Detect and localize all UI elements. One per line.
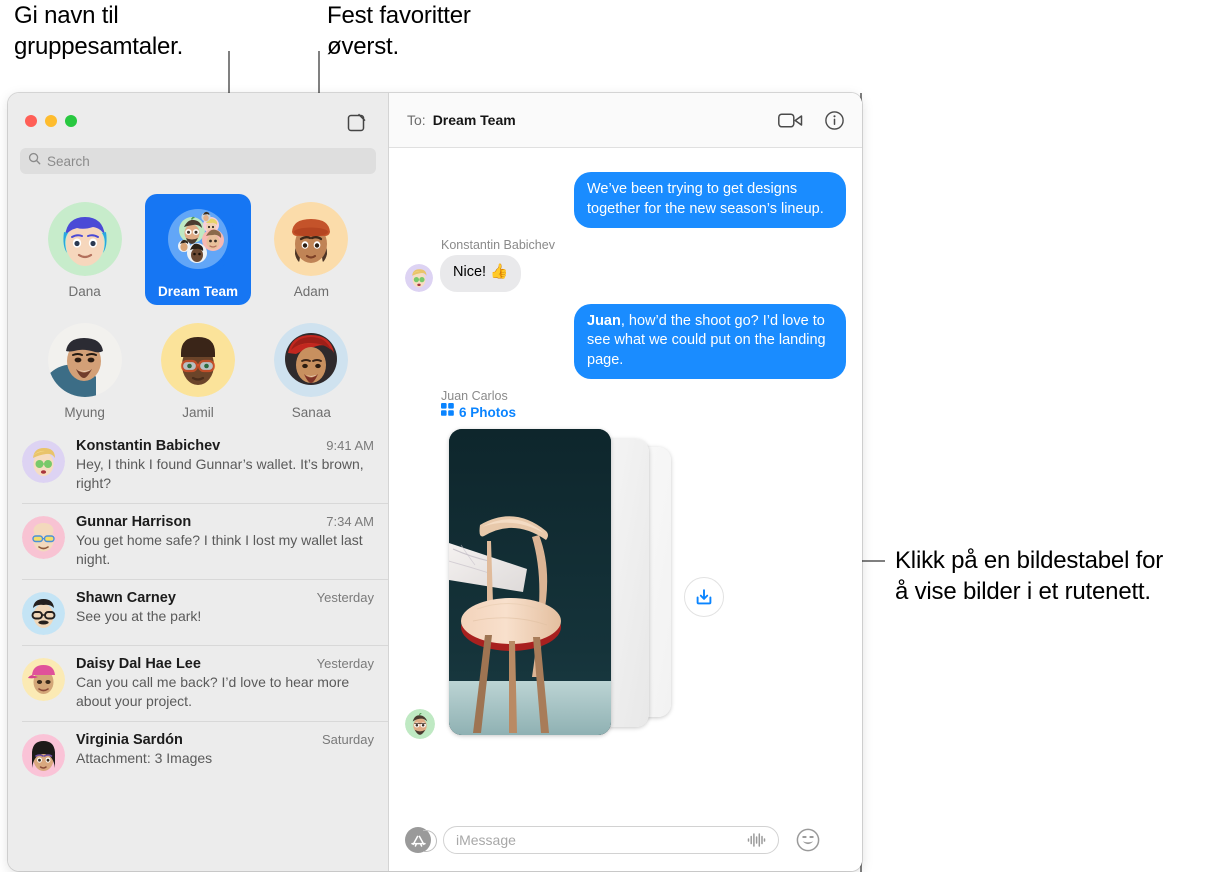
conversation-time: Yesterday (316, 590, 374, 605)
conversation-name: Shawn Carney (76, 590, 176, 606)
messages-window: Dana (8, 93, 862, 871)
avatar (22, 734, 65, 777)
conversation-row-virginia[interactable]: Virginia Sardón Saturday Attachment: 3 I… (22, 721, 388, 787)
photo-stack[interactable] (441, 425, 731, 743)
message-composer (389, 809, 862, 871)
conversation-row-daisy[interactable]: Daisy Dal Hae Lee Yesterday Can you call… (22, 645, 388, 721)
conversation-time: Saturday (321, 732, 374, 747)
compose-icon[interactable] (344, 109, 370, 135)
photo-grid-icon (441, 403, 454, 421)
thread-header: To: Dream Team (389, 93, 862, 148)
photo-count-label: 6 Photos (459, 404, 517, 420)
pinned-item-adam[interactable]: Adam (258, 194, 364, 305)
conversation-name: Daisy Dal Hae Lee (76, 656, 201, 672)
conversation-time: Yesterday (316, 656, 374, 671)
avatar-adam (274, 202, 349, 276)
callout-name-groups: Gi navn til gruppesamtaler. (14, 2, 184, 60)
audio-waveform-icon[interactable] (747, 832, 766, 848)
conversation-time: 7:34 AM (326, 514, 374, 529)
message-text: , how’d the shoot go? I’d love to see wh… (587, 312, 826, 368)
message-sender-name: Juan Carlos (441, 389, 508, 403)
photo-meta[interactable]: 6 Photos (441, 403, 846, 421)
conversation-row-shawn[interactable]: Shawn Carney Yesterday See you at the pa… (22, 579, 388, 645)
zoom-button[interactable] (65, 115, 77, 127)
callout-pin-favorites: Fest favoritter øverst. (327, 2, 471, 60)
message-row-incoming-photos: Juan Carlos 6 Photos (405, 389, 846, 739)
avatar-juan-carlos (405, 709, 435, 739)
conversation-row-gunnar[interactable]: Gunnar Harrison 7:34 AM You get home saf… (22, 503, 388, 579)
conversation-preview: See you at the park! (76, 608, 202, 624)
pinned-item-myung[interactable]: Myung (32, 315, 138, 426)
close-button[interactable] (25, 115, 37, 127)
message-input-field[interactable] (443, 826, 779, 854)
message-row-outgoing-2: Juan, how’d the shoot go? I’d love to se… (405, 303, 846, 379)
avatar-dream-team (160, 202, 235, 276)
traffic-lights (25, 115, 77, 127)
conversation-preview: You get home safe? I think I lost my wal… (76, 532, 363, 567)
avatar-konstantin (405, 263, 433, 292)
conversation-preview: Can you call me back? I’d love to hear m… (76, 674, 350, 709)
thread-recipient[interactable]: Dream Team (433, 112, 516, 128)
callout-photo-stack: Klikk på en bildestabel for å vise bilde… (895, 547, 1164, 605)
pinned-label: Dream Team (157, 284, 238, 299)
conversation-body: Shawn Carney Yesterday See you at the pa… (76, 590, 374, 635)
search-icon (28, 152, 41, 170)
to-label: To: (407, 112, 426, 128)
minimize-button[interactable] (45, 115, 57, 127)
pinned-conversations: Dana Dream Team Adam Myung Jamil Sanaa (8, 182, 388, 432)
avatar (22, 658, 65, 701)
pinned-label: Myung (64, 405, 105, 420)
message-bubble[interactable]: Juan, how’d the shoot go? I’d love to se… (574, 303, 846, 379)
conversation-row-konstantin[interactable]: Konstantin Babichev 9:41 AM Hey, I think… (22, 432, 388, 503)
message-row-outgoing-1: We’ve been trying to get designs togethe… (405, 172, 846, 228)
message-bubble[interactable]: Nice! 👍 (440, 255, 522, 292)
conversation-list: Konstantin Babichev 9:41 AM Hey, I think… (8, 432, 388, 871)
conversation-body: Daisy Dal Hae Lee Yesterday Can you call… (76, 656, 374, 711)
search-input[interactable] (47, 153, 368, 169)
conversation-name: Virginia Sardón (76, 732, 183, 748)
message-input[interactable] (456, 832, 747, 848)
smiley-face-icon[interactable] (795, 827, 821, 853)
sidebar: Dana (8, 93, 389, 871)
avatar (22, 440, 65, 483)
avatar-sanaa (274, 323, 349, 397)
message-list: We’ve been trying to get designs togethe… (389, 148, 862, 809)
conversation-body: Gunnar Harrison 7:34 AM You get home saf… (76, 514, 374, 569)
photo-attachment: 6 Photos (405, 403, 846, 739)
info-circle-icon[interactable] (825, 110, 844, 130)
conversation-name: Konstantin Babichev (76, 438, 221, 454)
conversation-name: Gunnar Harrison (76, 514, 192, 530)
pinned-item-sanaa[interactable]: Sanaa (258, 315, 364, 426)
video-camera-icon[interactable] (778, 112, 803, 129)
pinned-label: Dana (68, 284, 101, 299)
app-store-icon[interactable] (405, 827, 437, 853)
conversation-body: Virginia Sardón Saturday Attachment: 3 I… (76, 732, 374, 777)
search-box[interactable] (20, 148, 376, 174)
conversation-body: Konstantin Babichev 9:41 AM Hey, I think… (76, 438, 374, 493)
message-bubble[interactable]: We’ve been trying to get designs togethe… (574, 172, 846, 228)
pinned-item-dream-team[interactable]: Dream Team (144, 194, 251, 305)
photo-stack-card-front[interactable] (449, 429, 611, 735)
avatar (22, 516, 65, 559)
message-mention: Juan (587, 312, 621, 329)
pinned-label: Adam (293, 284, 329, 299)
thread-header-actions (778, 110, 844, 130)
pinned-label: Sanaa (291, 405, 331, 420)
conversation-preview: Attachment: 3 Images (76, 750, 213, 766)
conversation-time: 9:41 AM (326, 438, 374, 453)
avatar-myung (47, 323, 122, 397)
conversation-preview: Hey, I think I found Gunnar’s wallet. It… (76, 456, 364, 491)
sidebar-titlebar (8, 93, 388, 148)
avatar-jamil (160, 323, 235, 397)
avatar-dana (47, 202, 122, 276)
avatar (22, 592, 65, 635)
search-wrap (8, 148, 388, 182)
message-row-incoming-1: Konstantin Babichev Nice! 👍 (405, 238, 846, 292)
message-sender-name: Konstantin Babichev (441, 238, 555, 252)
pinned-label: Jamil (182, 405, 214, 420)
pinned-item-jamil[interactable]: Jamil (145, 315, 251, 426)
download-icon[interactable] (684, 577, 724, 617)
conversation-thread: To: Dream Team We’ve been trying to get … (389, 93, 862, 871)
pinned-item-dana[interactable]: Dana (32, 194, 138, 305)
